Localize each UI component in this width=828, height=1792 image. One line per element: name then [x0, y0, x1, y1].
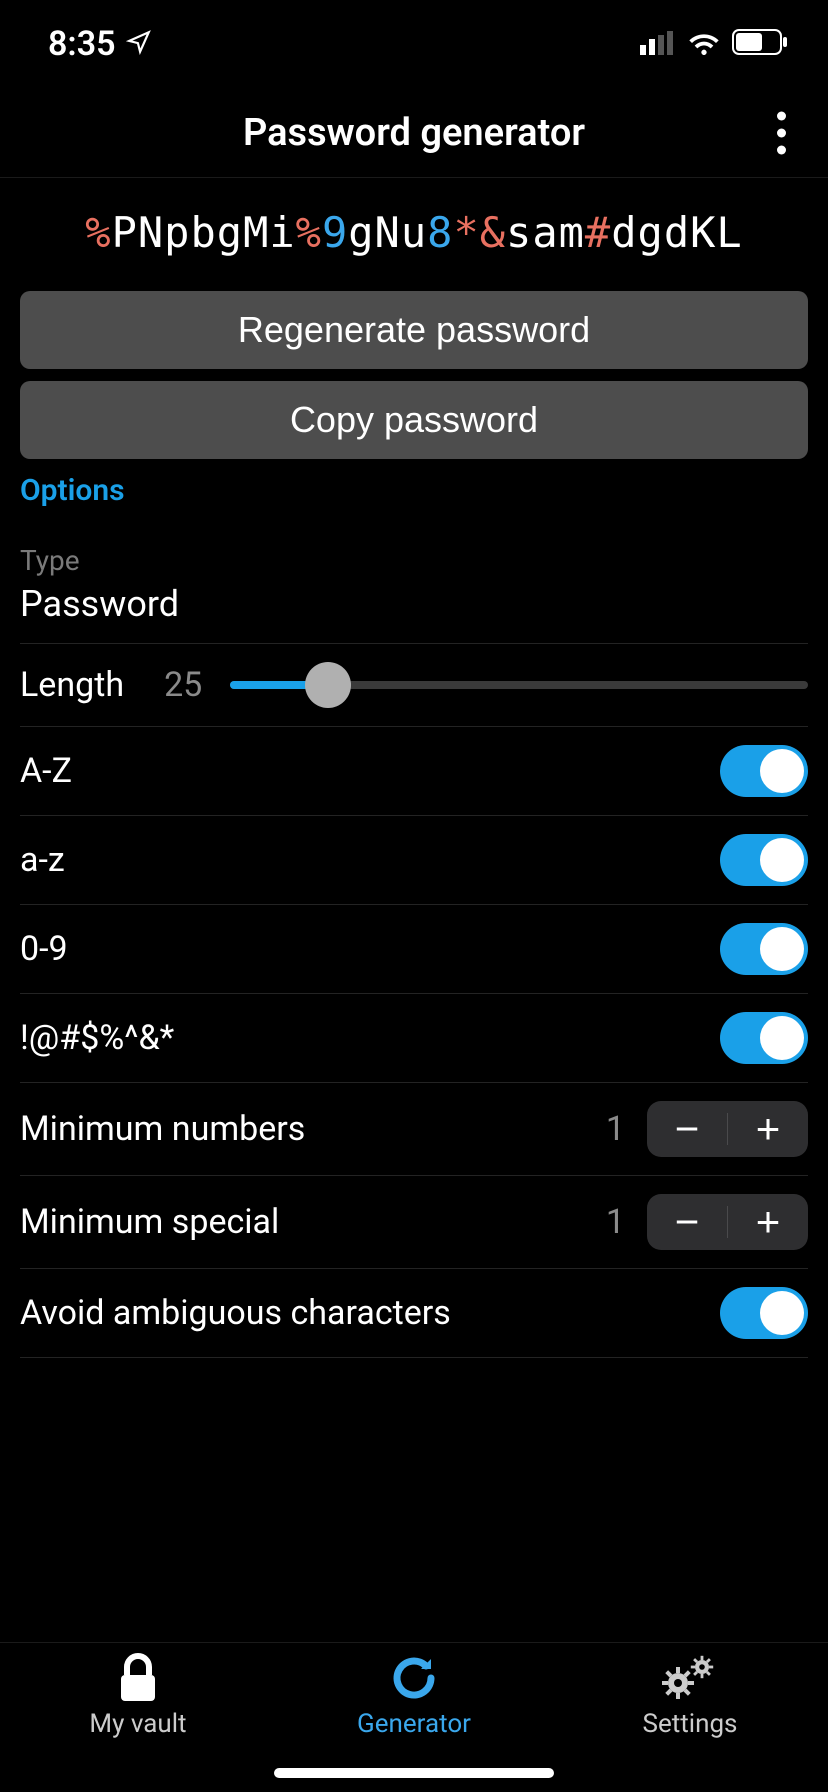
uppercase-row: A-Z: [20, 727, 808, 816]
home-indicator[interactable]: [274, 1768, 554, 1778]
min-numbers-stepper: − +: [647, 1101, 808, 1157]
cellular-icon: [640, 24, 676, 64]
status-bar: 8:35: [0, 0, 828, 88]
length-slider[interactable]: [230, 662, 808, 708]
regenerate-button[interactable]: Regenerate password: [20, 291, 808, 369]
min-numbers-increment[interactable]: +: [728, 1101, 808, 1157]
type-row[interactable]: Type Password: [20, 532, 808, 644]
min-numbers-decrement[interactable]: −: [647, 1101, 727, 1157]
length-row: Length 25: [20, 644, 808, 727]
more-menu-button[interactable]: [767, 101, 796, 164]
tab-label: Generator: [357, 1709, 471, 1739]
special-toggle[interactable]: [720, 1012, 808, 1064]
length-value: 25: [164, 665, 202, 705]
min-special-row: Minimum special 1 − +: [20, 1176, 808, 1269]
tab-settings[interactable]: Settings: [552, 1653, 828, 1792]
tab-label: Settings: [643, 1709, 738, 1739]
generated-password: %PNpbgMi%9gNu8*&sam#dgdKL: [0, 178, 828, 291]
min-numbers-row: Minimum numbers 1 − +: [20, 1083, 808, 1176]
nav-header: Password generator: [0, 88, 828, 178]
lowercase-row: a-z: [20, 816, 808, 905]
type-value: Password: [20, 583, 808, 625]
uppercase-label: A-Z: [20, 751, 72, 791]
special-row: !@#$%^&*: [20, 994, 808, 1083]
lowercase-toggle[interactable]: [720, 834, 808, 886]
avoid-ambiguous-label: Avoid ambiguous characters: [20, 1293, 451, 1333]
length-label: Length: [20, 665, 124, 705]
wifi-icon: [688, 24, 720, 64]
tab-my-vault[interactable]: My vault: [0, 1653, 276, 1792]
avoid-ambiguous-toggle[interactable]: [720, 1287, 808, 1339]
gears-icon: [662, 1653, 718, 1703]
battery-icon: [732, 24, 788, 64]
digits-toggle[interactable]: [720, 923, 808, 975]
refresh-icon: [389, 1653, 439, 1703]
status-time: 8:35: [48, 24, 116, 64]
min-special-increment[interactable]: +: [728, 1194, 808, 1250]
min-numbers-value: 1: [606, 1109, 625, 1149]
lowercase-label: a-z: [20, 840, 65, 880]
min-special-decrement[interactable]: −: [647, 1194, 727, 1250]
min-special-stepper: − +: [647, 1194, 808, 1250]
digits-row: 0-9: [20, 905, 808, 994]
location-icon: [126, 24, 152, 64]
special-label: !@#$%^&*: [20, 1018, 174, 1058]
page-title: Password generator: [243, 111, 585, 155]
min-numbers-label: Minimum numbers: [20, 1109, 305, 1149]
min-special-value: 1: [606, 1202, 625, 1242]
tab-label: My vault: [89, 1709, 186, 1739]
digits-label: 0-9: [20, 929, 68, 969]
options-heading: Options: [20, 473, 808, 508]
type-label: Type: [20, 544, 808, 577]
lock-icon: [115, 1653, 161, 1703]
avoid-ambiguous-row: Avoid ambiguous characters: [20, 1269, 808, 1358]
copy-button[interactable]: Copy password: [20, 381, 808, 459]
uppercase-toggle[interactable]: [720, 745, 808, 797]
min-special-label: Minimum special: [20, 1202, 279, 1242]
